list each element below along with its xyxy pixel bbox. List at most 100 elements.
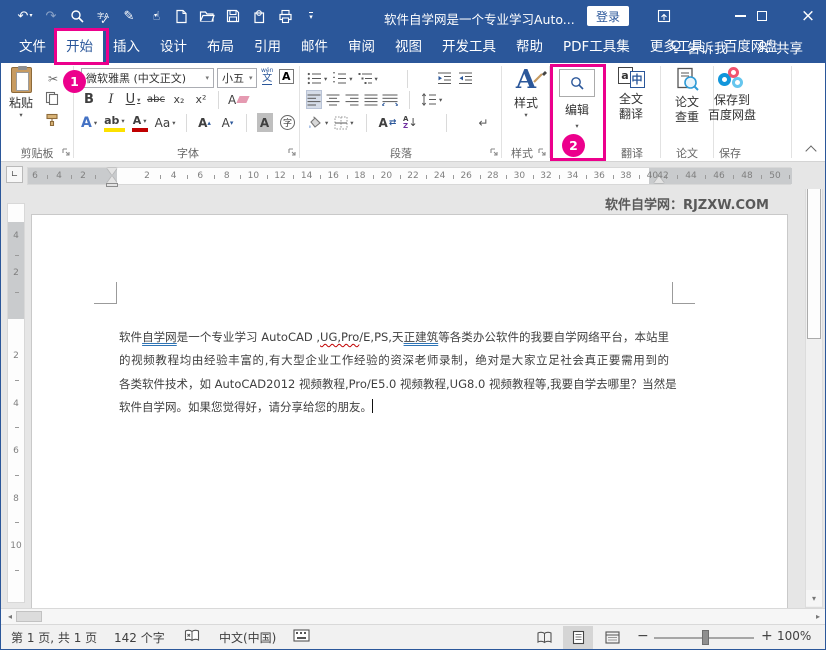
tab-review[interactable]: 审阅 xyxy=(338,31,385,63)
scroll-left-icon[interactable]: ◂ xyxy=(3,610,17,623)
justify-button[interactable] xyxy=(363,90,379,109)
subscript-button[interactable]: x₂ xyxy=(171,90,187,109)
paste-button[interactable]: 粘贴 xyxy=(9,66,33,119)
underline-button[interactable]: U xyxy=(125,90,141,109)
tab-view[interactable]: 视图 xyxy=(385,31,432,63)
numbering-button[interactable] xyxy=(332,69,352,88)
undo-icon[interactable]: ↶ ▾ xyxy=(17,7,33,25)
tab-developer[interactable]: 开发工具 xyxy=(432,31,506,63)
cut-button[interactable]: ✂ xyxy=(45,69,61,88)
font-dialog-launcher-icon[interactable] xyxy=(287,147,297,157)
borders-button[interactable] xyxy=(334,113,353,132)
format-painter-button[interactable] xyxy=(45,113,59,127)
shrink-font-button[interactable]: A xyxy=(220,113,236,132)
character-border-button[interactable]: A xyxy=(279,69,294,84)
bullets-button[interactable] xyxy=(307,69,327,88)
document-line[interactable]: 软件自学网是一个专业学习 AutoCAD ,UG,Pro/E,PS,天正建筑等各… xyxy=(119,326,669,349)
tell-me[interactable]: 告诉我 xyxy=(669,31,728,63)
tab-references[interactable]: 引用 xyxy=(244,31,291,63)
print-preview-icon[interactable] xyxy=(69,7,85,25)
styles-button[interactable]: A 样式 xyxy=(507,66,548,119)
scroll-right-icon[interactable]: ▸ xyxy=(811,610,825,623)
left-indent-marker[interactable] xyxy=(106,183,118,187)
scroll-down-icon[interactable]: ▾ xyxy=(806,590,822,606)
ribbon-display-options-icon[interactable] xyxy=(649,1,679,31)
horizontal-ruler[interactable]: 6 4 2 2 4 6 8 10 12 14 16 18 20 22 24 26 28 30 32 34 36 38 40 4… xyxy=(27,167,792,187)
character-shading-button[interactable]: A xyxy=(256,113,273,132)
proofing-status-icon[interactable] xyxy=(184,629,200,646)
redo-icon[interactable]: ↷ xyxy=(43,7,59,25)
hanging-indent-marker[interactable] xyxy=(107,176,117,183)
tab-selector[interactable]: ∟ xyxy=(6,166,23,183)
tab-insert[interactable]: 插入 xyxy=(103,31,150,63)
copy-button[interactable] xyxy=(45,91,59,105)
print-layout-icon[interactable] xyxy=(563,626,593,649)
bold-button[interactable]: B xyxy=(81,90,97,109)
zoom-out-icon[interactable]: − xyxy=(637,628,649,644)
multilevel-list-button[interactable] xyxy=(358,69,378,88)
highlight-color-button[interactable]: ab xyxy=(104,113,125,132)
strikethrough-button[interactable]: abc xyxy=(147,90,165,109)
horizontal-scrollbar[interactable]: ◂ ▸ xyxy=(1,608,825,625)
open-file-icon[interactable] xyxy=(199,7,215,25)
shading-button[interactable] xyxy=(307,113,328,132)
zoom-level[interactable]: 100% xyxy=(777,629,811,643)
collapse-ribbon-icon[interactable] xyxy=(805,145,817,157)
zoom-slider-thumb[interactable] xyxy=(702,630,709,645)
touch-mouse-mode-icon[interactable]: ☝ ▾ xyxy=(147,7,163,25)
input-mode-icon[interactable] xyxy=(293,629,310,645)
paragraph-dialog-launcher-icon[interactable] xyxy=(489,147,499,157)
vertical-scroll-thumb[interactable] xyxy=(807,189,821,339)
grow-font-button[interactable]: A xyxy=(197,113,213,132)
save-to-baidu-button[interactable]: 保存到 百度网盘 xyxy=(701,67,763,123)
document-line[interactable]: 软件自学网。如果您觉得好，请分享给您的朋友。 xyxy=(119,396,669,419)
show-hide-marks-button[interactable]: ↵ xyxy=(475,113,491,132)
spell-check-icon[interactable]: 字A xyxy=(95,7,111,25)
login-button[interactable]: 登录 xyxy=(587,6,630,26)
first-line-indent-marker[interactable] xyxy=(107,168,117,175)
zoom-in-icon[interactable]: + xyxy=(761,628,773,644)
tab-file[interactable]: 文件 xyxy=(9,31,56,63)
share-button[interactable]: 共享 xyxy=(757,31,803,63)
close-icon[interactable]: × xyxy=(791,1,825,31)
distribute-button[interactable] xyxy=(382,90,398,109)
align-left-button[interactable] xyxy=(306,90,322,109)
align-right-button[interactable] xyxy=(344,90,360,109)
document-line[interactable]: 的视频教程均由经验丰富的,有大型企业工作经验的资深老师录制，绝对是大家立足社会真… xyxy=(119,349,669,372)
language-status[interactable]: 中文(中国) xyxy=(219,629,276,646)
font-size-combo[interactable]: 小五 xyxy=(217,68,257,88)
tab-help[interactable]: 帮助 xyxy=(506,31,553,63)
line-spacing-button[interactable] xyxy=(421,90,442,109)
sort-button[interactable]: AZ xyxy=(402,113,418,132)
horizontal-scroll-thumb[interactable] xyxy=(16,611,42,622)
tab-layout[interactable]: 布局 xyxy=(197,31,244,63)
italic-button[interactable]: I xyxy=(103,90,119,109)
zoom-slider[interactable] xyxy=(654,630,754,645)
superscript-button[interactable]: x² xyxy=(193,90,209,109)
change-case-button[interactable]: Aa xyxy=(155,113,176,132)
web-layout-icon[interactable] xyxy=(597,626,627,649)
styles-dialog-launcher-icon[interactable] xyxy=(537,147,547,157)
save-icon[interactable] xyxy=(225,7,241,25)
tab-pdf-tools[interactable]: PDF工具集 xyxy=(553,31,640,63)
translate-button[interactable]: a中 全文 翻译 xyxy=(609,67,653,122)
clipboard-dialog-launcher-icon[interactable] xyxy=(61,147,71,157)
document-text[interactable]: 软件自学网是一个专业学习 AutoCAD ,UG,Pro/E,PS,天正建筑等各… xyxy=(119,326,677,419)
edit-document-icon[interactable]: ✎ xyxy=(121,7,137,25)
font-name-combo[interactable]: 微软雅黑 (中文正文) xyxy=(81,68,214,88)
new-document-icon[interactable] xyxy=(173,7,189,25)
document-page[interactable]: 软件自学网是一个专业学习 AutoCAD ,UG,Pro/E,PS,天正建筑等各… xyxy=(31,214,788,608)
font-color-button[interactable]: A xyxy=(131,113,148,132)
more-commands-icon[interactable]: ▾ xyxy=(303,7,319,25)
increase-indent-button[interactable] xyxy=(458,69,474,88)
tab-design[interactable]: 设计 xyxy=(150,31,197,63)
tab-mailings[interactable]: 邮件 xyxy=(291,31,338,63)
decrease-indent-button[interactable] xyxy=(437,69,453,88)
quick-print-icon[interactable] xyxy=(277,7,293,25)
maximize-icon[interactable] xyxy=(745,1,779,31)
vertical-ruler[interactable]: 4 2 2 4 6 8 10 xyxy=(7,203,25,603)
read-mode-icon[interactable] xyxy=(529,626,559,649)
document-line[interactable]: 各类软件技术，如 AutoCAD2012 视频教程,Pro/E5.0 视频教程,… xyxy=(119,373,677,396)
page-info[interactable]: 第 1 页, 共 1 页 xyxy=(11,629,97,646)
attach-file-icon[interactable] xyxy=(251,7,267,25)
